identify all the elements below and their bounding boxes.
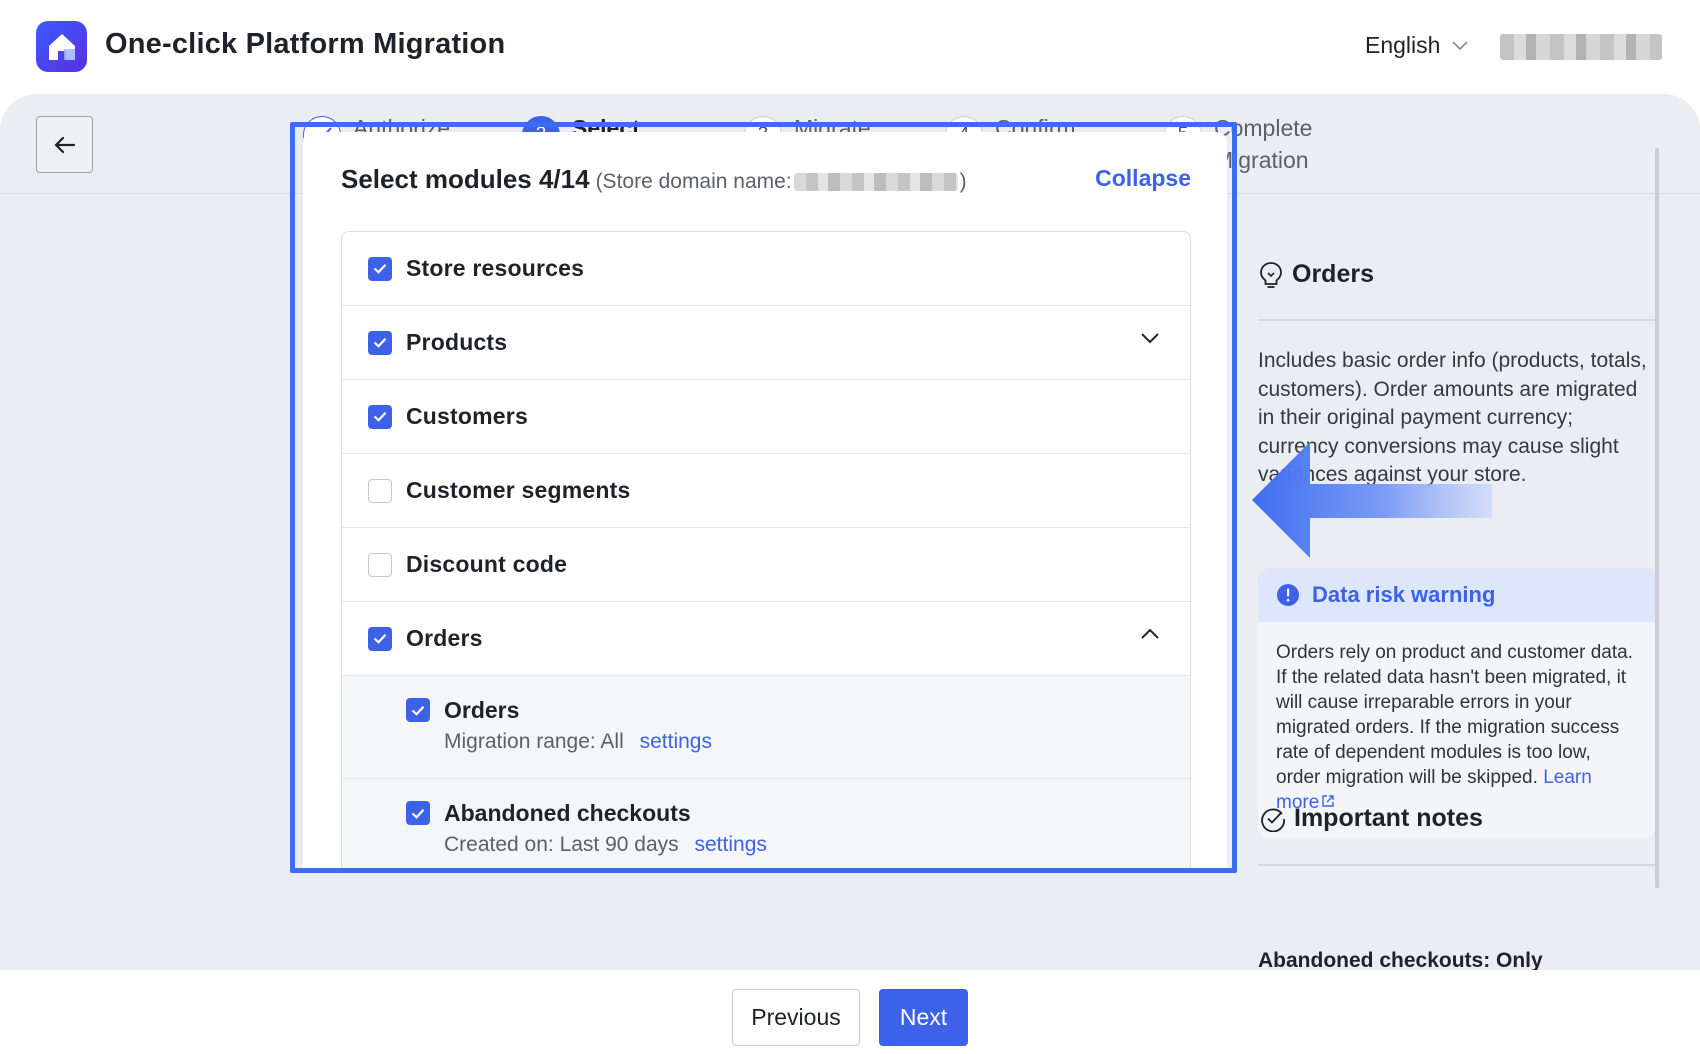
side-title-text: Orders bbox=[1292, 260, 1374, 288]
divider bbox=[1258, 864, 1656, 866]
warning-header: Data risk warning bbox=[1258, 568, 1656, 622]
warning-body: Orders rely on product and customer data… bbox=[1258, 622, 1656, 815]
app-logo-icon bbox=[36, 21, 87, 72]
language-selector[interactable]: English bbox=[1365, 32, 1469, 59]
side-title: Orders bbox=[1258, 260, 1374, 289]
important-notes-title: Important notes bbox=[1260, 804, 1483, 833]
previous-button[interactable]: Previous bbox=[732, 989, 860, 1046]
back-button[interactable] bbox=[36, 116, 93, 173]
app-title: One-click Platform Migration bbox=[105, 28, 506, 60]
divider bbox=[1258, 319, 1656, 321]
highlight-frame bbox=[290, 122, 1237, 873]
important-notes-text: Important notes bbox=[1294, 804, 1483, 832]
language-label: English bbox=[1365, 32, 1441, 58]
account-avatar[interactable] bbox=[1500, 34, 1662, 60]
next-button[interactable]: Next bbox=[879, 989, 968, 1046]
top-bar: One-click Platform Migration English bbox=[0, 0, 1700, 94]
warning-title: Data risk warning bbox=[1312, 582, 1496, 607]
arrow-left-icon bbox=[54, 136, 75, 153]
arrow-left-annotation-icon bbox=[1252, 442, 1492, 558]
chevron-down-icon bbox=[1452, 40, 1469, 50]
exclamation-icon bbox=[1277, 584, 1299, 606]
check-circle-icon bbox=[1261, 808, 1285, 832]
data-risk-warning: Data risk warning Orders rely on product… bbox=[1258, 568, 1656, 838]
lightbulb-icon bbox=[1260, 261, 1282, 288]
side-panel-scrollbar[interactable] bbox=[1655, 148, 1659, 888]
